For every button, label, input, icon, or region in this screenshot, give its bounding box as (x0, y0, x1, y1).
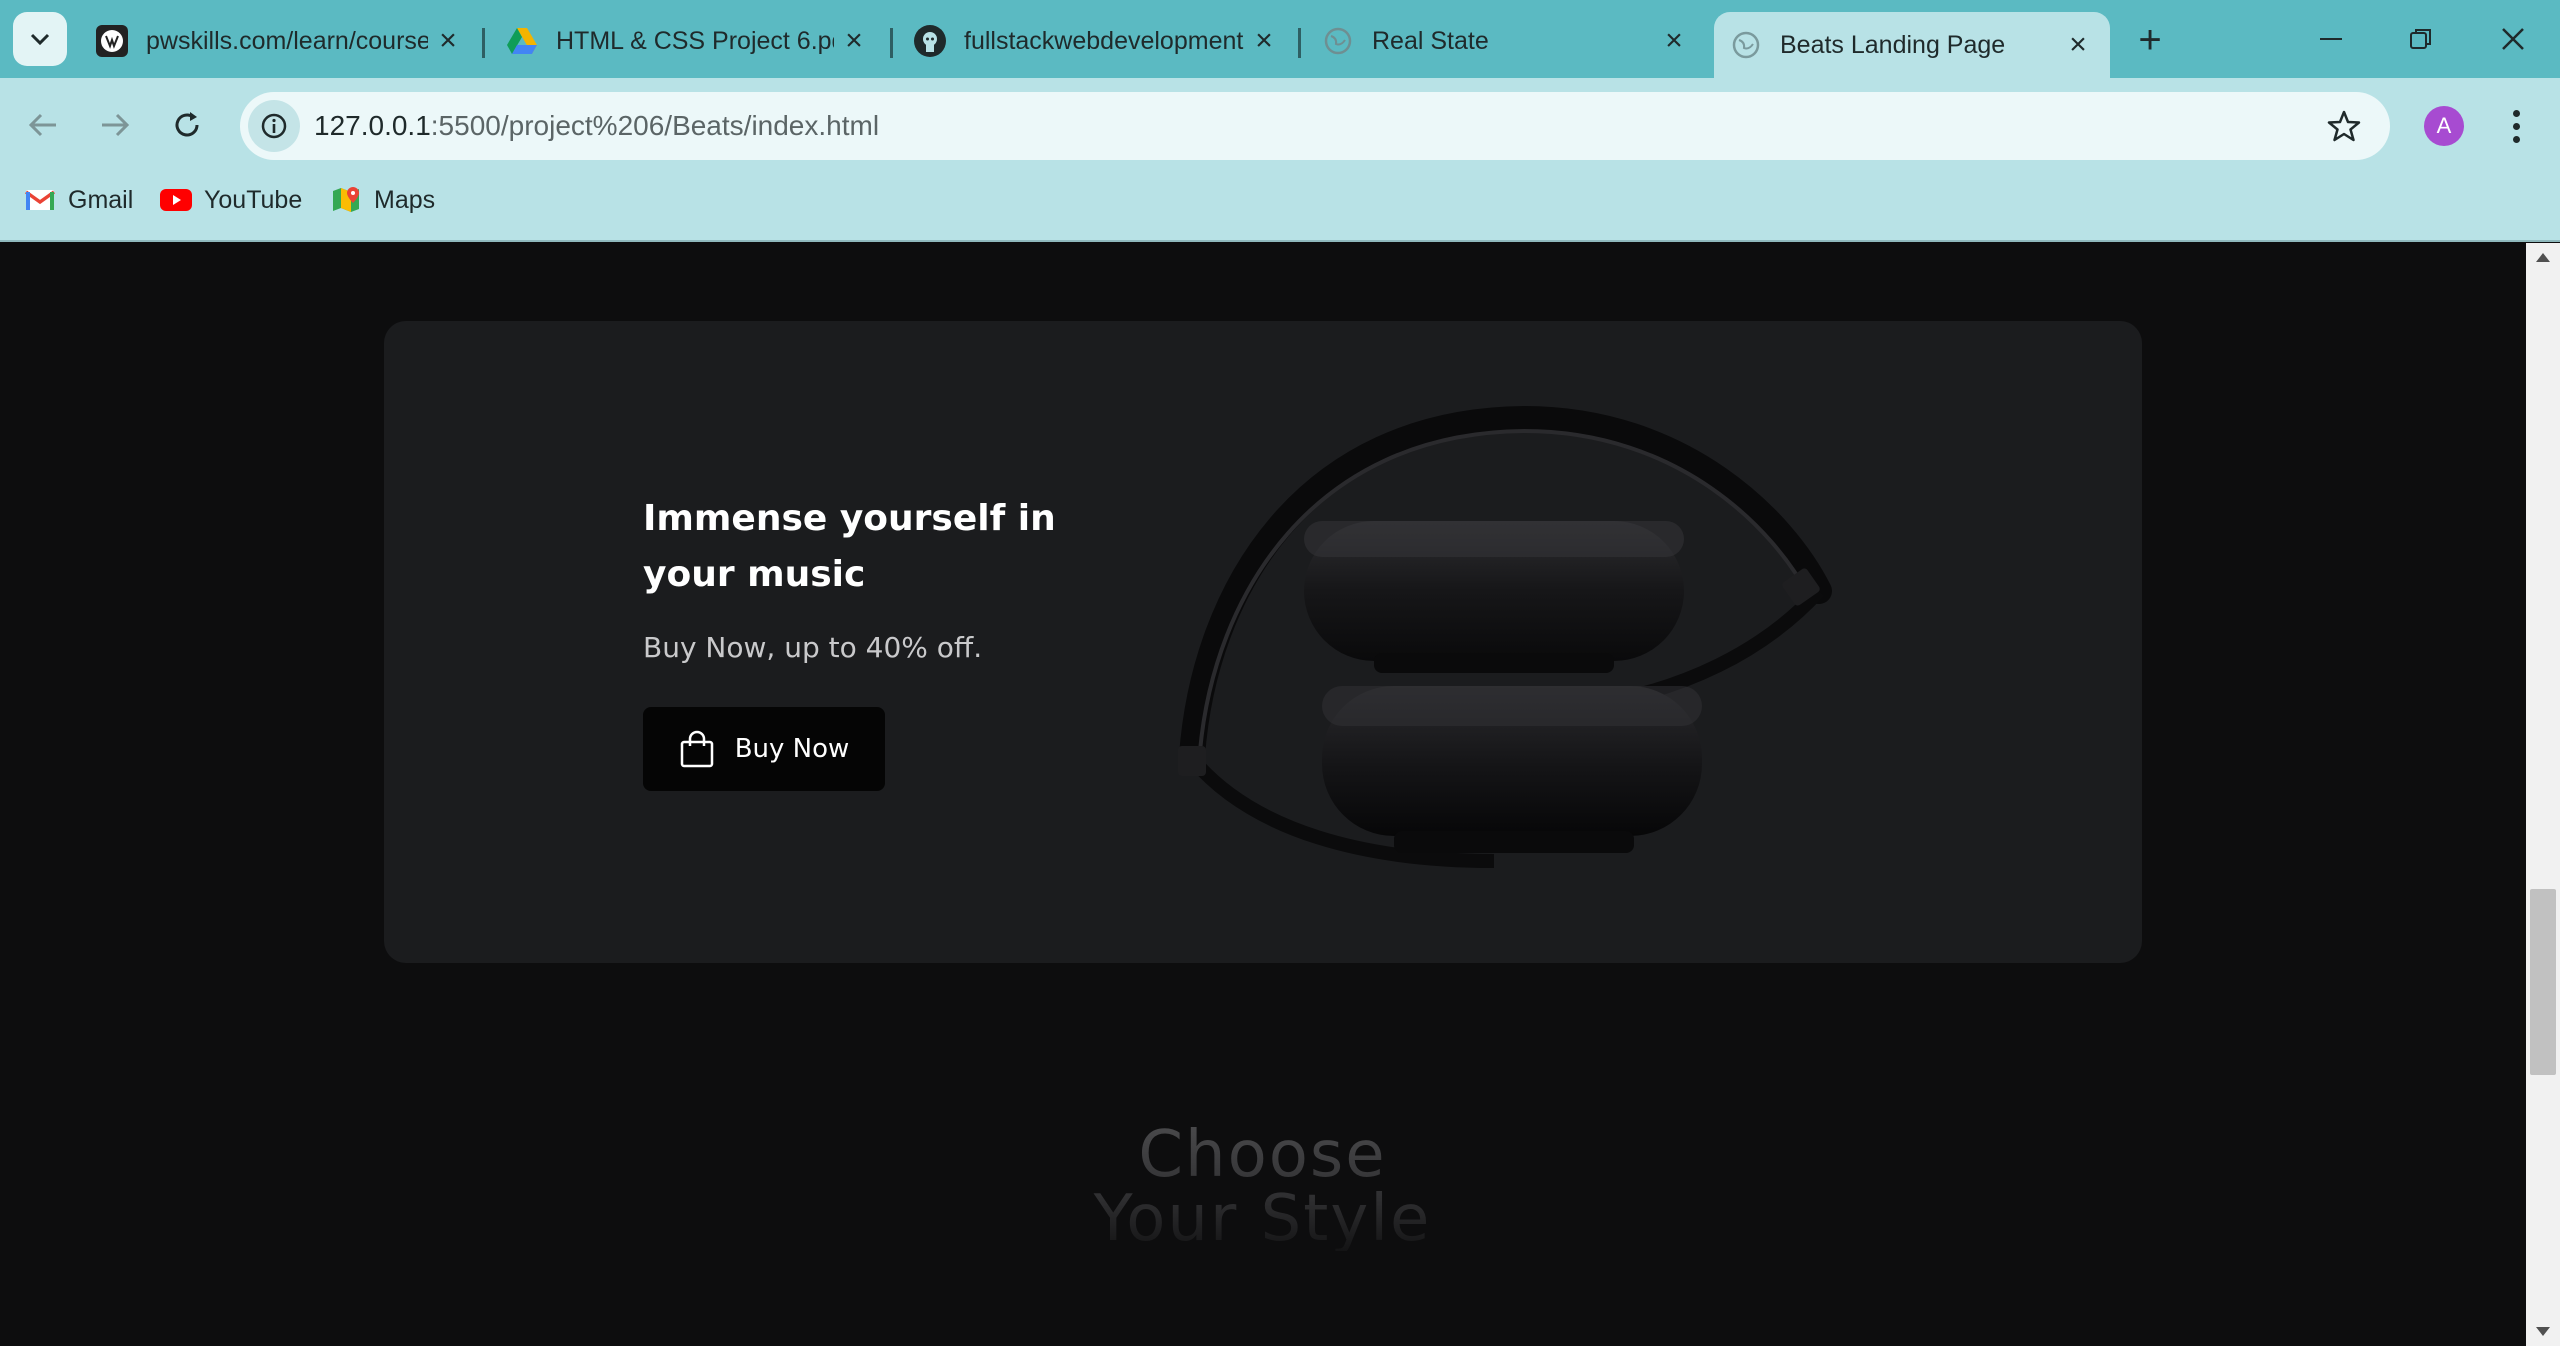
close-icon[interactable]: × (428, 21, 468, 61)
globe-icon (1730, 29, 1762, 61)
tab-title: pwskills.com/learn/course (146, 26, 428, 55)
page-viewport: Immense yourself in your music Buy Now, … (0, 243, 2526, 1346)
tab-github[interactable]: fullstackwebdevelopment × (898, 12, 1296, 70)
restore-icon (2410, 29, 2431, 49)
tab-separator (1298, 28, 1301, 58)
close-icon[interactable]: × (834, 21, 874, 61)
promo-card: Immense yourself in your music Buy Now, … (384, 321, 2142, 963)
bookmark-youtube[interactable]: YouTube (160, 182, 302, 218)
page-scrollbar[interactable] (2526, 243, 2560, 1346)
address-bar[interactable]: 127.0.0.1:5500/project%206/Beats/index.h… (240, 92, 2390, 160)
new-tab-button[interactable]: + (2128, 18, 2172, 62)
tab-title: HTML & CSS Project 6.pdf (556, 26, 834, 55)
buy-now-button[interactable]: Buy Now (643, 707, 885, 791)
close-icon[interactable]: × (1244, 21, 1284, 61)
bookmark-gmail[interactable]: Gmail (24, 182, 133, 218)
chevron-down-icon (30, 33, 50, 46)
buy-now-label: Buy Now (734, 734, 850, 764)
minimize-button[interactable] (2296, 10, 2366, 68)
tab-separator (482, 28, 485, 58)
headphones-image (1178, 405, 1832, 868)
bookmark-star-button[interactable] (2324, 106, 2364, 146)
tab-title: Real State (1372, 26, 1489, 55)
close-icon[interactable]: × (1654, 21, 1694, 61)
url-path: :5500/project%206/Beats/index.html (430, 110, 880, 141)
tab-strip: pwskills.com/learn/course × HTML & CSS P… (0, 0, 2560, 78)
url-host: 127.0.0.1 (314, 110, 431, 141)
restore-button[interactable] (2386, 10, 2456, 68)
tab-real-state[interactable]: Real State × (1306, 12, 1706, 70)
back-button[interactable] (20, 102, 66, 148)
globe-icon (1322, 25, 1354, 57)
arrow-right-icon (102, 113, 130, 137)
tab-title: Beats Landing Page (1780, 30, 2006, 59)
star-icon (2327, 110, 2361, 142)
close-icon (2502, 28, 2524, 50)
tab-title: fullstackwebdevelopment (964, 26, 1244, 55)
arrow-left-icon (28, 113, 56, 137)
browser-menu-button[interactable] (2496, 100, 2536, 152)
url-text[interactable]: 127.0.0.1:5500/project%206/Beats/index.h… (314, 110, 879, 142)
scroll-up-arrow-icon[interactable] (2536, 253, 2550, 262)
bookmark-label: Gmail (68, 185, 134, 214)
promo-heading: Immense yourself in your music (643, 498, 1056, 595)
reload-icon (175, 112, 199, 137)
section-title-line1: Choose (1138, 1118, 1387, 1192)
site-info-button[interactable] (248, 100, 300, 152)
scroll-down-arrow-icon[interactable] (2536, 1327, 2550, 1336)
forward-button[interactable] (92, 102, 138, 148)
shopping-bag-icon (680, 730, 713, 768)
scrollbar-thumb[interactable] (2530, 889, 2556, 1075)
promo-subtext: Buy Now, up to 40% off. (643, 631, 983, 664)
tab-separator (890, 28, 893, 58)
tab-drive-pdf[interactable]: HTML & CSS Project 6.pdf × (490, 12, 886, 70)
tab-beats-landing[interactable]: Beats Landing Page × (1714, 12, 2110, 78)
pwskills-icon (96, 25, 128, 57)
section-title-line2: Your Style (1093, 1182, 1432, 1256)
youtube-icon (160, 186, 192, 214)
gmail-icon (24, 186, 56, 214)
profile-avatar[interactable]: A (2424, 106, 2464, 146)
info-icon (261, 113, 287, 139)
bookmark-label: YouTube (204, 185, 303, 214)
google-drive-icon (506, 25, 538, 57)
bookmark-label: Maps (374, 185, 436, 214)
tab-pwskills[interactable]: pwskills.com/learn/course × (80, 12, 480, 70)
bookmark-maps[interactable]: Maps (330, 182, 435, 218)
section-title: Choose Your Style (1000, 1123, 1525, 1251)
close-window-button[interactable] (2478, 10, 2548, 68)
github-icon (914, 25, 946, 57)
tab-search-button[interactable] (13, 12, 67, 66)
maps-icon (330, 186, 362, 214)
minimize-icon (2320, 38, 2342, 40)
close-icon[interactable]: × (2058, 25, 2098, 65)
reload-button[interactable] (164, 102, 210, 148)
